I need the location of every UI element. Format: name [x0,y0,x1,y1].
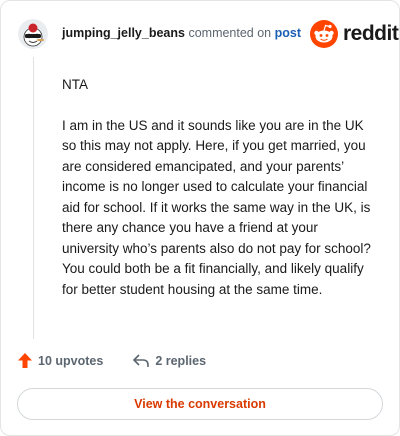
replies-count: 2 replies [155,353,207,368]
replies-button[interactable]: 2 replies [133,354,206,368]
reply-arrow-icon [133,353,150,367]
post-link[interactable]: post [275,26,301,40]
comment-actions: 10 upvotes 2 replies [18,353,206,368]
thread-line [33,57,34,339]
username[interactable]: jumping_jelly_beans [62,26,185,40]
comment-paragraph: NTA [62,77,88,92]
avatar[interactable] [18,19,48,49]
reddit-snoo-icon [310,20,338,48]
comment-header: jumping_jelly_beans commented on post [62,26,301,40]
embedded-comment-card: jumping_jelly_beans commented on post re… [0,0,400,436]
reddit-wordmark: reddit [343,22,399,45]
view-conversation-button[interactable]: View the conversation [17,388,383,420]
comment-paragraph: I am in the US and it sounds like you ar… [62,117,371,297]
upvote-button[interactable]: 10 upvotes [18,353,103,368]
comment-body: NTA I am in the US and it sounds like yo… [62,75,378,320]
upvote-arrow-icon [18,353,32,368]
reddit-logo[interactable]: reddit [310,20,399,48]
upvote-count: 10 upvotes [38,353,104,368]
header-action-text: commented on [188,26,272,40]
